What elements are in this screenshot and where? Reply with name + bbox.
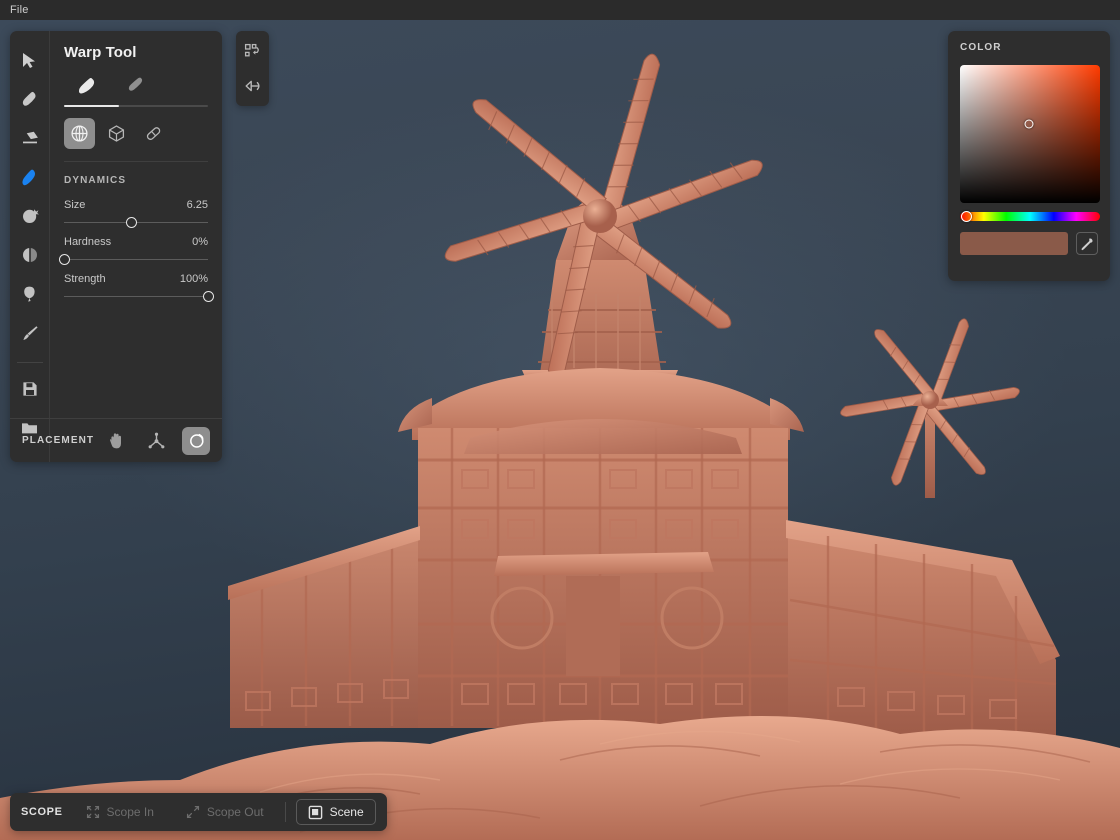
brush-tab-underline: [64, 105, 208, 107]
slider-strength-value: 100%: [179, 273, 208, 285]
brush-tab-row: [64, 74, 208, 98]
scope-out-label: Scope Out: [206, 805, 264, 819]
scope-bar-divider: [284, 802, 286, 822]
tool-rail: [10, 31, 50, 462]
placement-bar: PLACEMENT: [10, 418, 222, 462]
clay-tip-light-icon: [78, 77, 95, 94]
slider-hardness-track[interactable]: [58, 254, 208, 265]
placement-pan[interactable]: [102, 427, 130, 455]
clay-tip-dark-icon: [128, 77, 143, 91]
mode-volume[interactable]: [101, 118, 132, 149]
scope-bar: SCOPE Scope In Scope Out Scene: [10, 793, 387, 831]
application-window: File Warp Tool DYNAMICS Size 6.25 Hardne…: [0, 0, 1120, 840]
eyedropper-button[interactable]: [1075, 232, 1098, 255]
hue-slider[interactable]: [960, 211, 1100, 222]
placement-buttons: [102, 426, 210, 455]
current-color-swatch[interactable]: [960, 232, 1068, 255]
sidebar-tool-select[interactable]: [15, 45, 45, 75]
rail-divider: [16, 362, 43, 363]
saturation-value-field[interactable]: [960, 65, 1100, 203]
menu-file[interactable]: File: [0, 0, 39, 20]
clay-blob-icon: [22, 91, 36, 106]
color-panel: COLOR: [948, 31, 1110, 281]
contrast-half-icon: [22, 248, 37, 262]
scope-in-label: Scope In: [106, 805, 154, 819]
smudge-sphere-icon: [22, 209, 39, 223]
placement-rotate[interactable]: [182, 426, 210, 455]
scope-label: SCOPE: [21, 806, 63, 818]
tool-panel: Warp Tool DYNAMICS Size 6.25 Hardness 0%…: [10, 31, 222, 462]
scene-label: Scene: [329, 805, 364, 819]
axis-gizmo-icon: [148, 432, 164, 448]
brush-tab-smooth-tip[interactable]: [74, 74, 100, 98]
slider-strength-label: Strength: [64, 273, 106, 285]
link-clip-icon: [146, 127, 161, 140]
slider-strength-track[interactable]: [64, 291, 214, 302]
placement-move[interactable]: [142, 427, 170, 455]
color-panel-title: COLOR: [960, 42, 1002, 53]
slider-strength-knob[interactable]: [202, 291, 214, 302]
toolbar-undo[interactable]: [239, 72, 266, 99]
sidebar-tool-warp[interactable]: [15, 162, 45, 192]
warp-blob-icon: [22, 169, 36, 185]
cursor-arrow-icon: [23, 52, 35, 68]
toolbar-transform-snap[interactable]: [239, 38, 266, 65]
cube-icon: [108, 125, 125, 142]
slider-hardness-knob[interactable]: [58, 254, 70, 265]
undo-arrow-icon: [245, 80, 260, 91]
slider-strength[interactable]: Strength 100%: [64, 273, 214, 302]
slider-size-label: Size: [64, 199, 86, 211]
saturation-value-cursor[interactable]: [1024, 119, 1034, 129]
sidebar-action-save[interactable]: [15, 374, 45, 404]
scene-button[interactable]: Scene: [295, 799, 376, 825]
slider-size[interactable]: Size 6.25: [64, 199, 208, 228]
sidebar-tool-smooth[interactable]: [15, 240, 45, 270]
hand-icon: [109, 432, 121, 448]
mode-constrain[interactable]: [138, 118, 169, 149]
scope-out-button[interactable]: Scope Out: [175, 799, 275, 825]
transform-snap-icon: [244, 43, 259, 57]
floppy-save-icon: [22, 382, 37, 396]
arrows-out-icon: [186, 805, 199, 819]
arrows-in-icon: [86, 805, 99, 819]
tool-panel-body: Warp Tool DYNAMICS Size 6.25 Hardness 0%…: [50, 31, 222, 462]
mode-surface[interactable]: [64, 118, 95, 149]
scene-frame-icon: [308, 805, 322, 819]
sidebar-tool-paint[interactable]: [15, 318, 45, 348]
scope-in-button[interactable]: Scope In: [75, 799, 165, 825]
sidebar-tool-inflate[interactable]: [15, 279, 45, 309]
sidebar-tool-erase[interactable]: [15, 123, 45, 153]
sidebar-tool-smudge[interactable]: [15, 201, 45, 231]
viewport-toolbar: [236, 31, 269, 106]
eyedropper-icon: [1081, 237, 1093, 250]
tool-title: Warp Tool: [64, 44, 137, 61]
slider-size-track[interactable]: [64, 217, 208, 228]
orbit-ring-icon: [189, 433, 204, 448]
panel-divider: [64, 161, 208, 162]
color-swatch-row: [960, 232, 1098, 255]
balloon-icon: [24, 286, 35, 302]
slider-hardness-label: Hardness: [64, 236, 112, 248]
brush-tab-pointed-tip[interactable]: [122, 74, 148, 98]
paintbrush-icon: [22, 326, 38, 340]
placement-label: PLACEMENT: [22, 435, 95, 446]
dynamics-label: DYNAMICS: [64, 175, 127, 186]
menu-bar: File: [0, 0, 1120, 20]
globe-grid-icon: [71, 125, 88, 142]
slider-hardness[interactable]: Hardness 0%: [58, 236, 208, 265]
mode-row: [64, 118, 208, 149]
slider-hardness-value: 0%: [192, 236, 208, 248]
eraser-icon: [22, 131, 38, 144]
slider-size-value: 6.25: [186, 199, 208, 211]
sidebar-tool-clay[interactable]: [15, 84, 45, 114]
hue-slider-cursor[interactable]: [961, 211, 973, 222]
slider-size-knob[interactable]: [126, 217, 138, 228]
